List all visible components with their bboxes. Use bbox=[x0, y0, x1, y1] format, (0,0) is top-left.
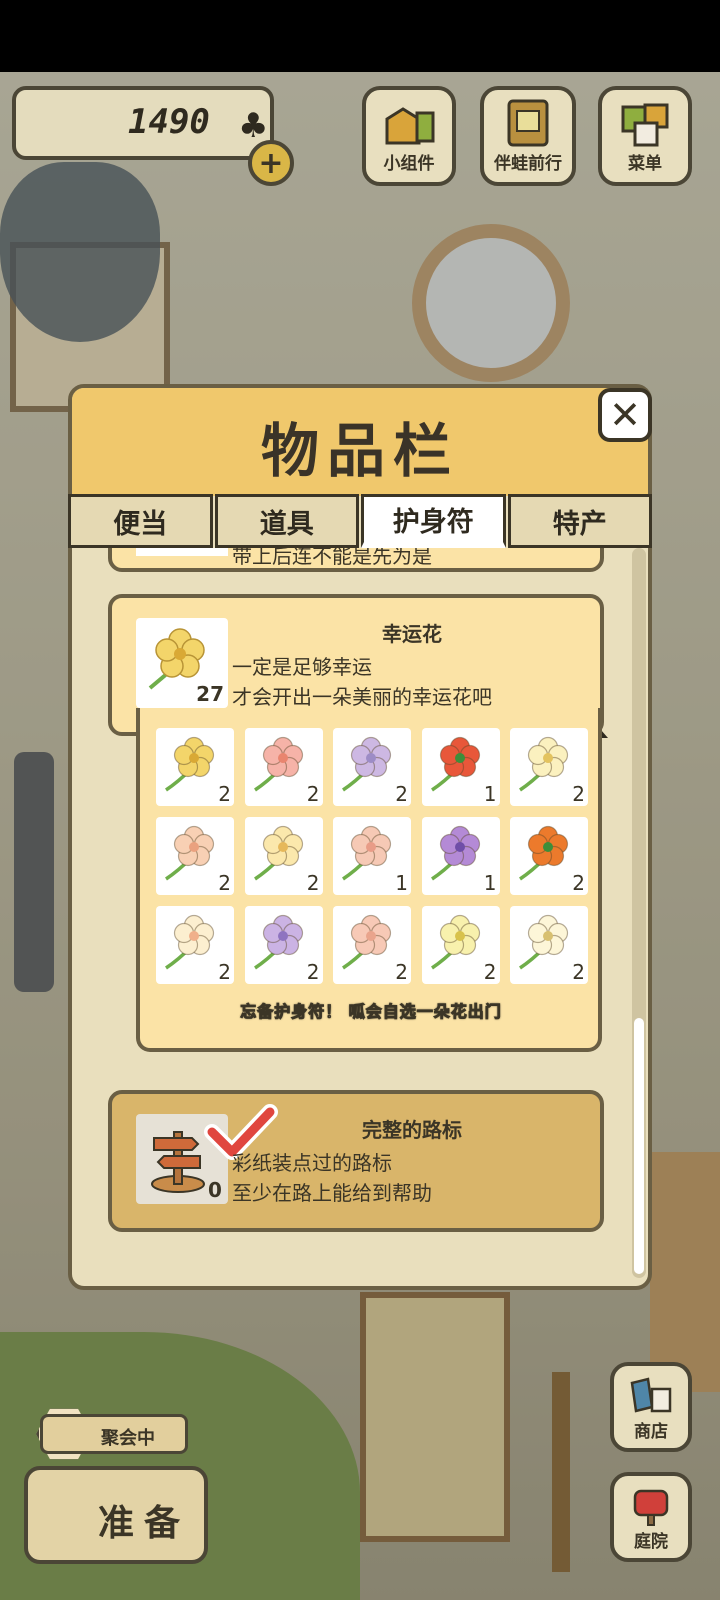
gathering-label: 聚会中 bbox=[101, 1428, 155, 1449]
flower-count: 2 bbox=[572, 960, 585, 984]
panel-header: 物品栏 bbox=[72, 388, 648, 496]
flower-count: 2 bbox=[572, 782, 585, 806]
lucky-flower-desc: 一定是足够幸运 才会开出一朵美丽的幸运花吧 bbox=[232, 652, 492, 712]
list-item-partial[interactable]: 带上后连不能是先为是 bbox=[108, 548, 604, 572]
lucky-flower-grid: 2 2 2 1 2 2 2 1 1 2 2 2 2 2 2 忘备护身符！ 呱会自选一朵花出门 bbox=[136, 708, 602, 1052]
list-item-signpost[interactable]: 0 完整的路标 彩纸装点过的路标 至少在路上能给到帮助 bbox=[108, 1090, 604, 1232]
flower-charm-cell[interactable]: 2 bbox=[510, 906, 588, 984]
shop-icon bbox=[630, 1377, 672, 1413]
flower-charm-cell[interactable]: 2 bbox=[156, 906, 234, 984]
gathering-status: 聚会中 bbox=[40, 1414, 188, 1454]
yard-button[interactable]: 庭院 bbox=[610, 1472, 692, 1562]
menu-button[interactable]: 菜单 bbox=[598, 86, 692, 186]
flower-count: 2 bbox=[218, 871, 231, 895]
signpost-desc-line1: 彩纸装点过的路标 bbox=[232, 1151, 392, 1175]
signpost-count: 0 bbox=[208, 1178, 222, 1202]
lucky-flower-name: 幸运花 bbox=[382, 622, 442, 646]
flower-count: 2 bbox=[306, 960, 320, 984]
flower-charm-cell[interactable]: 2 bbox=[421, 906, 500, 984]
flower-charm-cell[interactable]: 2 bbox=[244, 906, 323, 984]
close-icon: ✕ bbox=[609, 393, 641, 437]
add-clover-button[interactable]: + bbox=[248, 140, 294, 186]
tab-bento[interactable]: 便当 bbox=[68, 494, 213, 548]
status-bar bbox=[0, 0, 720, 72]
flower-charm-cell[interactable]: 2 bbox=[244, 817, 323, 895]
mailbox-icon bbox=[633, 1489, 669, 1526]
flower-count: 1 bbox=[395, 871, 408, 895]
flower-charm-cell[interactable]: 1 bbox=[421, 728, 500, 806]
flower-charm-cell[interactable]: 2 bbox=[510, 817, 588, 895]
flower-count: 1 bbox=[483, 782, 497, 806]
frog-journey-button[interactable]: 伴蛙前行 bbox=[480, 86, 576, 186]
clover-counter: 1490 ♣ bbox=[12, 86, 274, 160]
lucky-flower-count: 27 bbox=[196, 682, 224, 706]
signpost-desc-line2: 至少在路上能给到帮助 bbox=[232, 1181, 432, 1205]
flower-charm-cell[interactable]: 2 bbox=[156, 817, 234, 895]
flower-count: 2 bbox=[395, 782, 408, 806]
signpost-desc: 彩纸装点过的路标 至少在路上能给到帮助 bbox=[232, 1148, 432, 1208]
yard-label: 庭院 bbox=[634, 1532, 668, 1552]
flower-count: 2 bbox=[483, 960, 497, 984]
prepare-label: 准备 bbox=[98, 1503, 191, 1544]
flower-count: 2 bbox=[218, 960, 231, 984]
lucky-flower-desc-line1: 一定是足够幸运 bbox=[232, 655, 372, 679]
flower-count: 2 bbox=[306, 782, 320, 806]
flower-charm-cell[interactable]: 2 bbox=[156, 728, 234, 806]
flower-charm-cell[interactable]: 2 bbox=[333, 728, 411, 806]
flower-count: 2 bbox=[218, 782, 231, 806]
flower-count: 1 bbox=[483, 871, 497, 895]
menu-label: 菜单 bbox=[628, 154, 662, 174]
plus-label: + bbox=[258, 145, 284, 181]
widget-icon bbox=[385, 107, 435, 145]
menu-icon bbox=[621, 103, 669, 147]
flower-charm-cell[interactable]: 2 bbox=[510, 728, 588, 806]
signpost-name: 完整的路标 bbox=[362, 1118, 462, 1142]
inventory-tabs: 便当 道具 护身符 特产 bbox=[68, 494, 652, 548]
shop-label: 商店 bbox=[634, 1422, 668, 1442]
scrollbar-thumb[interactable] bbox=[634, 1018, 644, 1274]
partial-thumb bbox=[136, 548, 228, 556]
tab-charms[interactable]: 护身符 bbox=[361, 494, 506, 548]
flower-charm-cell[interactable]: 1 bbox=[333, 817, 411, 895]
partial-desc: 带上后连不能是先为是 bbox=[232, 548, 432, 568]
lucky-flower-thumb: 27 bbox=[136, 618, 228, 708]
prepare-button[interactable]: 准备 bbox=[24, 1466, 208, 1564]
flower-charm-cell[interactable]: 1 bbox=[421, 817, 500, 895]
widget-label: 小组件 bbox=[383, 154, 435, 174]
widget-button[interactable]: 小组件 bbox=[362, 86, 456, 186]
frog-journey-label: 伴蛙前行 bbox=[494, 154, 562, 174]
charm-list[interactable]: 带上后连不能是先为是 27 幸运花 一定是足够幸运 才会开出一朵美丽的幸运花吧 bbox=[72, 548, 648, 1282]
flower-charm-cell[interactable]: 2 bbox=[244, 728, 323, 806]
flower-count: 2 bbox=[395, 960, 408, 984]
clover-count: 1490 bbox=[128, 102, 210, 142]
tab-items[interactable]: 道具 bbox=[214, 494, 359, 548]
shop-button[interactable]: 商店 bbox=[610, 1362, 692, 1452]
frog-journey-icon bbox=[507, 99, 549, 147]
flower-count: 2 bbox=[572, 871, 585, 895]
tab-specialties[interactable]: 特产 bbox=[507, 494, 652, 548]
flower-count: 2 bbox=[306, 871, 320, 895]
flower-charm-cell[interactable]: 2 bbox=[333, 906, 411, 984]
grid-hint-text: 忘备护身符！ 呱会自选一朵花出门 bbox=[240, 1002, 502, 1022]
panel-title: 物品栏 bbox=[260, 417, 459, 485]
close-button[interactable]: ✕ bbox=[598, 388, 652, 442]
